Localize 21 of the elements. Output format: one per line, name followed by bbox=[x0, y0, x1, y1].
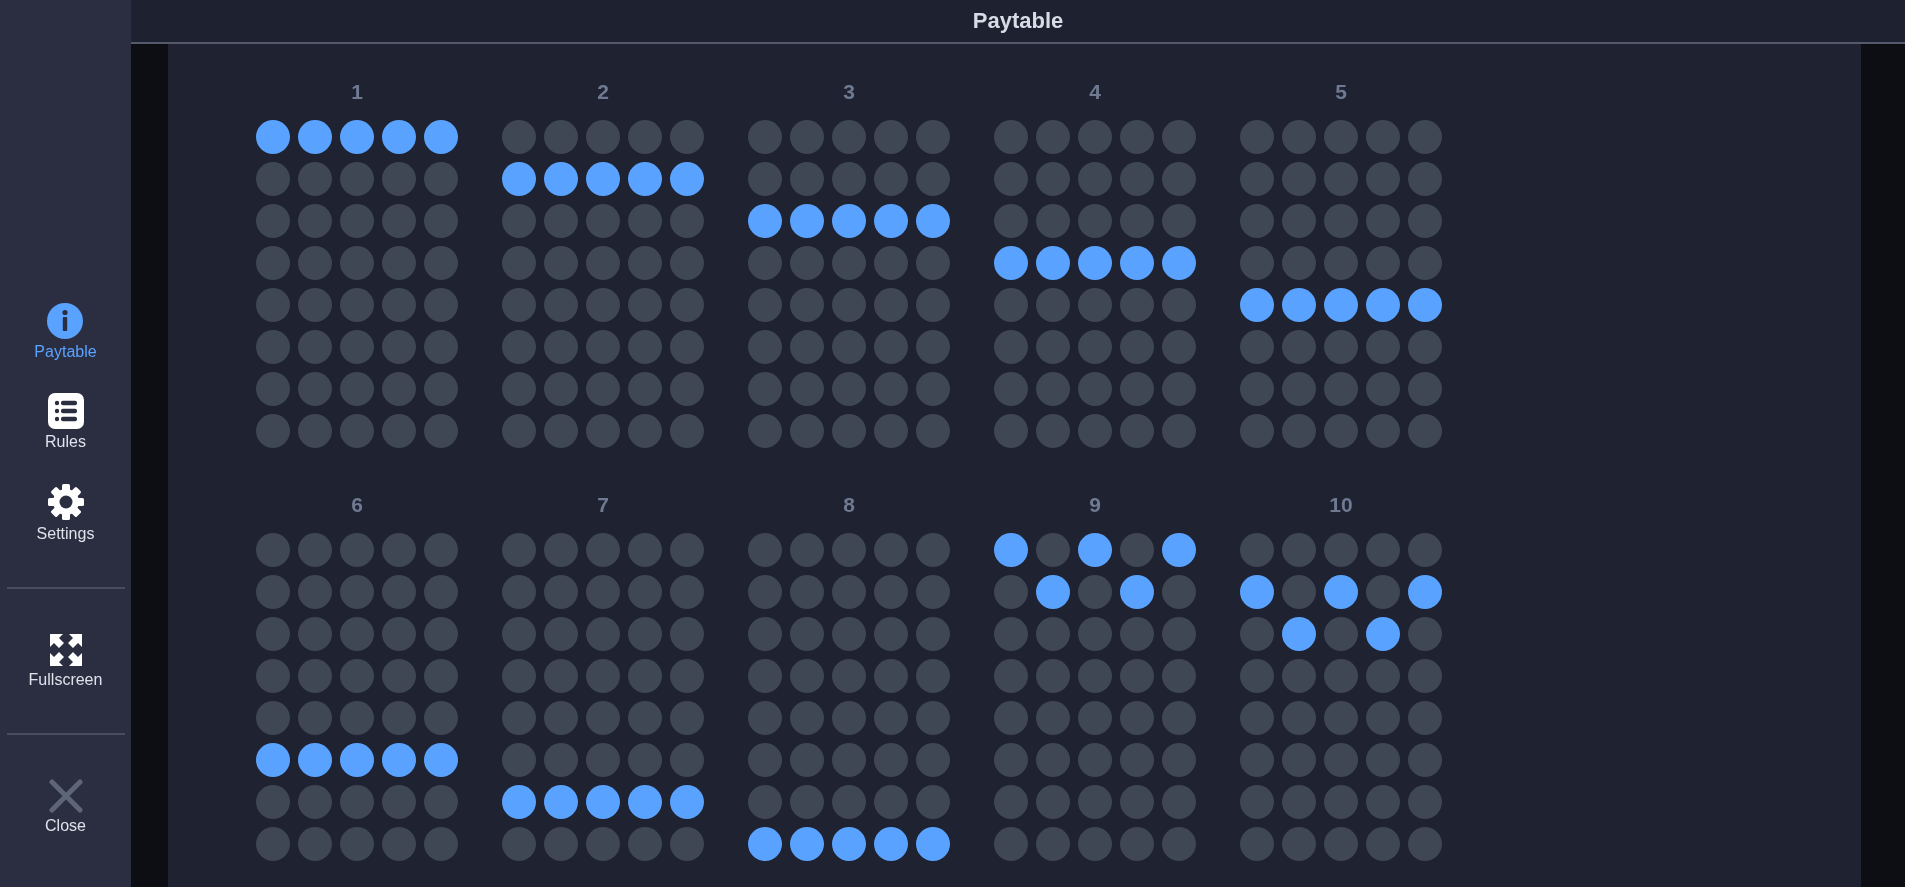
sidebar-item[interactable]: Close bbox=[45, 779, 86, 835]
payline-number: 7 bbox=[597, 493, 609, 517]
payline-number: 6 bbox=[351, 493, 363, 517]
payline-number: 8 bbox=[843, 493, 855, 517]
settings-icon bbox=[46, 483, 85, 521]
payline-number: 5 bbox=[1335, 80, 1347, 104]
payline-number: 2 bbox=[597, 80, 609, 104]
sidebar-item[interactable]: Settings bbox=[36, 483, 95, 543]
payline-number: 9 bbox=[1089, 493, 1101, 517]
fullscreen-icon bbox=[48, 633, 83, 667]
payline-number: 10 bbox=[1329, 493, 1353, 517]
payline-number: 4 bbox=[1089, 80, 1101, 104]
sidebar-item[interactable]: Fullscreen bbox=[28, 633, 103, 689]
info-icon bbox=[47, 303, 84, 339]
page-title: Paytable bbox=[972, 8, 1064, 34]
payline-number: 1 bbox=[351, 80, 363, 104]
list-icon bbox=[47, 393, 84, 429]
close-icon bbox=[48, 779, 83, 813]
payline-number: 3 bbox=[843, 80, 855, 104]
sidebar-item[interactable]: Rules bbox=[45, 393, 86, 451]
sidebar-item[interactable]: Paytable bbox=[34, 303, 97, 361]
